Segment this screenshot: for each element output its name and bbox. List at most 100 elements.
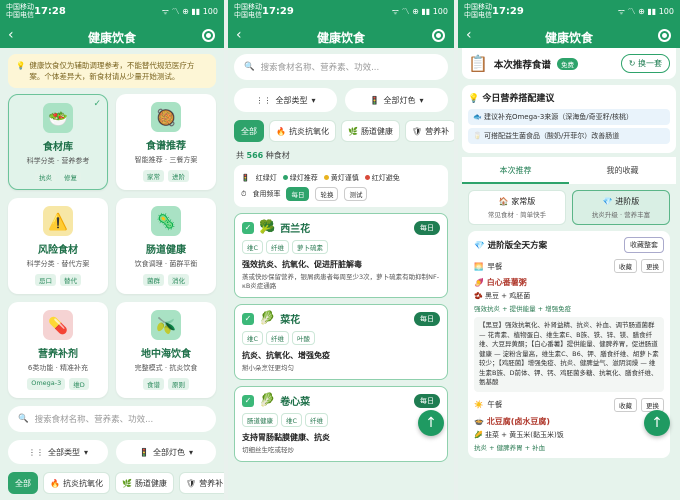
miniapp-target-icon[interactable]	[658, 29, 671, 42]
card-risk-foods[interactable]: ⚠️ 风险食材 科学分类 · 替代方案 忌口 替代	[8, 198, 108, 294]
dropdown-label: 全部灯色	[383, 95, 416, 105]
search-input[interactable]: 🔍 搜索食材名称、营养素、功效...	[234, 54, 448, 80]
card-supplements[interactable]: 💊 营养补剂 6类功能 · 精准补充 Omega-3 维D	[8, 302, 108, 398]
shield-icon: 🛡	[411, 126, 423, 136]
advice-title: 今日营养搭配建议	[482, 94, 555, 104]
search-placeholder: 搜索食材名称、营养素、功效...	[34, 415, 154, 425]
meal-label: 午餐	[487, 400, 503, 409]
dish-name: 🍠 白心番薯粥	[474, 277, 664, 288]
food-card[interactable]: ✓ 🥬 菜花 每日 维C 纤维 叶酸 抗炎、抗氧化、增强免疫 掰小朵烹饪更均匀	[234, 304, 448, 380]
frequency-badge: 每日	[414, 394, 440, 408]
chip-anti-inflammatory[interactable]: 🔥 抗炎抗氧化	[269, 120, 336, 142]
light-filter-dropdown[interactable]: 🚦 全部灯色 ▾	[116, 440, 216, 464]
card-recipes[interactable]: 🥘 食谱推荐 智能推荐 · 三餐方案 家常 进阶	[116, 94, 216, 190]
chip-label: 肠道健康	[134, 478, 167, 488]
tab-favorites[interactable]: 我的收藏	[569, 157, 676, 184]
recipe-tabs: 本次推荐 我的收藏	[462, 157, 676, 184]
advice-text: 可搭配益生菌食品（酸奶/开菲尔）改善肠道	[483, 132, 620, 140]
version-sub: 抗炎升级 · 营养丰富	[591, 211, 651, 219]
chip-all[interactable]: 全部	[8, 472, 38, 494]
day-plan: 💎 进阶版全天方案 收藏整套 🌅 早餐 收藏 更换 🍠 白心番薯粥 🫘 黑豆 + …	[468, 231, 670, 458]
card-tag: 消化	[168, 274, 189, 286]
version-title: 家常版	[511, 197, 536, 206]
corn-icon: 🌽	[474, 430, 485, 439]
search-input[interactable]: 🔍 搜索食材名称、营养素、功效...	[8, 406, 216, 432]
chip-anti-inflammatory[interactable]: 🔥 抗炎抗氧化	[43, 472, 110, 494]
food-card[interactable]: ✓ 🥦 西兰花 每日 维C 纤维 萝卜硫素 强效抗炎、抗氧化、促进肝脏解毒 蒸或快炒…	[234, 213, 448, 298]
card-tag: Omega-3	[27, 378, 66, 390]
version-advanced[interactable]: 💎 进阶版 抗炎升级 · 营养丰富	[572, 190, 670, 225]
favorite-set-button[interactable]: 收藏整套	[624, 237, 664, 253]
light-filter-dropdown[interactable]: 🚦 全部灯色 ▾	[345, 88, 448, 112]
version-home[interactable]: 🏠 家常版 常见食材 · 简单快手	[468, 190, 566, 225]
freq-daily[interactable]: 每日	[286, 187, 310, 201]
arrow-up-icon: ↑	[651, 415, 663, 431]
miniapp-target-icon[interactable]	[202, 29, 215, 42]
miniapp-target-icon[interactable]	[432, 29, 445, 42]
check-icon[interactable]: ✓	[242, 394, 254, 407]
freq-rotate[interactable]: 轮换	[315, 187, 339, 201]
meal-lunch: ☀️ 午餐 收藏 更换 🍲 北豆腐(卤水豆腐) 🌽 韭菜 + 黄玉米(黏玉米)饭 …	[474, 397, 664, 452]
pill-icon: 💊	[43, 310, 73, 340]
favorite-button[interactable]: 收藏	[614, 259, 637, 273]
nutrition-advice: 💡 今日营养搭配建议 🐟 建议补充Omega-3来源（深海鱼/奇亚籽/核桃） 🥛…	[462, 85, 676, 153]
tab-recommend[interactable]: 本次推荐	[462, 157, 569, 184]
type-filter-dropdown[interactable]: ⋮⋮ 全部类型 ▾	[8, 440, 108, 464]
olive-icon: 🫒	[151, 310, 181, 340]
traffic-light-icon: 🚦	[241, 174, 250, 182]
page-title: 健康饮食	[544, 31, 593, 45]
legend-yellow: 黄灯谨慎	[323, 173, 359, 183]
card-tag: 忌口	[35, 274, 56, 286]
panel-home: 中国移动 中国电信 17:28 ᯤ 〽 ⊕ ▮▮ 100 ‹ 健康饮食 💡 健康…	[0, 0, 224, 500]
fire-icon: 🔥	[276, 126, 286, 136]
freq-test[interactable]: 测试	[344, 187, 368, 201]
search-icon: 🔍	[18, 414, 29, 424]
shield-icon: 🛡	[185, 478, 197, 488]
frequency-badge: 每日	[414, 312, 440, 326]
legend-title: 红绿灯	[255, 174, 277, 182]
chevron-down-icon: ▾	[188, 447, 193, 457]
card-mediterranean[interactable]: 🫒 地中海饮食 完整模式 · 抗炎饮食 食谱 原则	[116, 302, 216, 398]
nutrient-tag: 维C	[242, 240, 264, 254]
scroll-top-button[interactable]: ↑	[644, 410, 670, 436]
status-time: 17:29	[262, 6, 294, 17]
card-gut-health[interactable]: 🦠 肠道健康 饮食调理 · 菌群平衡 菌群 消化	[116, 198, 216, 294]
card-food-library[interactable]: ✓ 🥗 食材库 科学分类 · 营养参考 抗炎 修复	[8, 94, 108, 190]
bean-icon: 🫘	[474, 292, 485, 300]
swap-button[interactable]: 更换	[641, 259, 664, 273]
food-card[interactable]: ✓ 🥬 卷心菜 每日 肠道健康 维C 纤维 支持胃肠黏膜健康、抗炎 切细丝生吃或轻炒	[234, 386, 448, 462]
status-time: 17:28	[34, 6, 66, 17]
chip-gut-health[interactable]: 🌿 肠道健康	[340, 120, 400, 142]
nav-bar: ‹ 健康饮食	[0, 24, 224, 48]
chip-nutrition[interactable]: 🛡 营养补	[178, 472, 224, 494]
swap-label: 换一套	[638, 59, 662, 68]
meal-detail: 【黑豆】强效抗氧化、补肾益精、抗炎、补血、调节肠道菌群 — 花青素、植物蛋白、维…	[474, 317, 664, 392]
swap-set-button[interactable]: ↻ 换一套	[620, 54, 670, 73]
chip-label: 肠道健康	[360, 126, 393, 136]
search-icon: 🔍	[244, 62, 255, 72]
panel-recipes: 中国移动 中国电信 17:29 ᯤ 〽 ⊕ ▮▮ 100 ‹ 健康饮食 📋 本次…	[458, 0, 680, 500]
chip-nutrition[interactable]: 🛡 营养补	[404, 120, 454, 142]
favorite-button[interactable]: 收藏	[614, 397, 637, 412]
check-icon[interactable]: ✓	[242, 221, 254, 234]
swap-button[interactable]: 更换	[641, 397, 664, 412]
chip-label: 抗炎抗氧化	[288, 126, 329, 136]
food-count: 共 566 种食材	[236, 150, 446, 161]
grid-icon: ⋮⋮	[255, 95, 272, 105]
card-subtitle: 科学分类 · 替代方案	[26, 260, 90, 268]
chip-gut-health[interactable]: 🌿 肠道健康	[114, 472, 174, 494]
legend-green: 绿灯推荐	[282, 173, 318, 183]
food-name: 卷心菜	[280, 397, 311, 408]
dropdown-label: 全部灯色	[152, 447, 185, 457]
count-prefix: 共	[236, 151, 247, 160]
type-filter-dropdown[interactable]: ⋮⋮ 全部类型 ▾	[234, 88, 337, 112]
chevron-down-icon: ▾	[83, 447, 88, 457]
card-tag: 修复	[60, 171, 81, 183]
status-time: 17:29	[492, 6, 524, 17]
scroll-top-button[interactable]: ↑	[418, 410, 444, 436]
food-name: 菜花	[280, 315, 301, 326]
status-icons: ᯤ 〽 ⊕ ▮▮ 100	[617, 7, 674, 16]
meal-breakfast: 🌅 早餐 收藏 更换 🍠 白心番薯粥 🫘 黑豆 + 鸡胚菌 强效抗炎 + 提供能量…	[474, 259, 664, 392]
check-icon[interactable]: ✓	[242, 312, 254, 325]
chip-all[interactable]: 全部	[234, 120, 264, 142]
